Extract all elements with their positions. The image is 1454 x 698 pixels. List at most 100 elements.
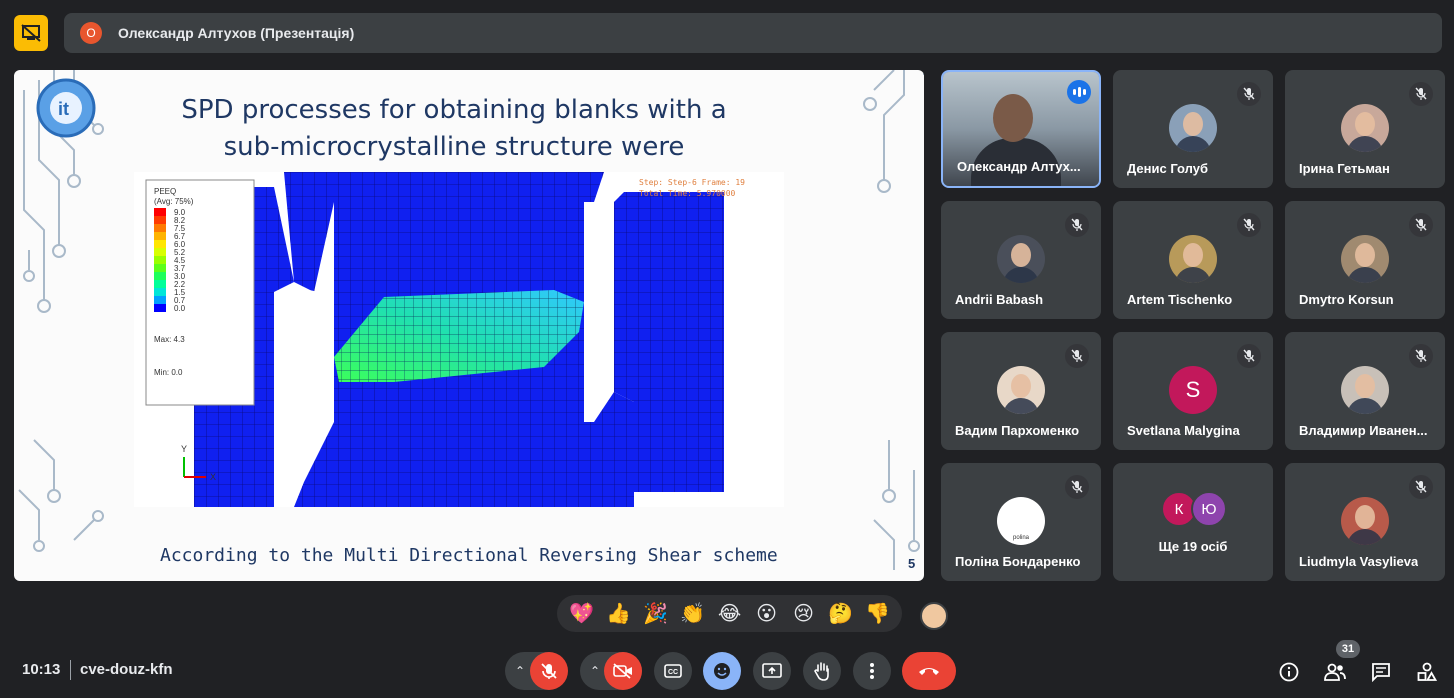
participant-name: Svetlana Malygina — [1127, 423, 1240, 438]
captions-icon: CC — [664, 664, 682, 678]
avatar — [1169, 235, 1217, 283]
participant-tile[interactable]: Олександр Алтух... — [941, 70, 1101, 188]
legend-color-swatch — [154, 280, 166, 288]
reaction-emoji[interactable]: 👏 — [679, 600, 707, 628]
video-options-chevron-icon[interactable]: ⌃ — [590, 664, 600, 678]
people-button[interactable] — [1322, 659, 1348, 685]
mic-off-icon — [1065, 475, 1089, 499]
avatar — [1341, 497, 1389, 545]
shared-slide: it SPD processes for obtaining blanks wi… — [14, 70, 924, 581]
raise-hand-button[interactable] — [803, 652, 841, 690]
slide-footer: According to the Multi Directional Rever… — [160, 545, 778, 566]
presenting-icon[interactable] — [14, 15, 48, 51]
reaction-emoji[interactable]: 🎉 — [642, 600, 670, 628]
legend-color-swatch — [154, 272, 166, 280]
reaction-emoji[interactable]: 🤔 — [827, 600, 855, 628]
mic-off-icon — [1065, 344, 1089, 368]
legend-color-swatch — [154, 248, 166, 256]
meeting-code: cve-douz-kfn — [80, 661, 173, 678]
legend-color-swatch — [154, 224, 166, 232]
mic-off-icon — [1409, 82, 1433, 106]
legend-value: 0.0 — [174, 304, 186, 313]
clock: 10:13 — [22, 661, 61, 678]
presentation-title: Олександр Алтухов (Презентація) — [118, 25, 355, 41]
participant-name: Andrii Babash — [955, 292, 1044, 307]
participant-tile[interactable]: Liudmyla Vasylieva — [1285, 463, 1445, 581]
meeting-details-button[interactable] — [1276, 659, 1302, 685]
legend-color-swatch — [154, 288, 166, 296]
legend-color-swatch — [154, 256, 166, 264]
avatar — [1341, 366, 1389, 414]
avatar — [1341, 104, 1389, 152]
mic-off-icon — [1237, 344, 1261, 368]
mic-off-icon — [1237, 213, 1261, 237]
reactions-button[interactable] — [703, 652, 741, 690]
chat-button[interactable] — [1368, 659, 1394, 685]
participant-tile[interactable]: Вадим Пархоменко — [941, 332, 1101, 450]
audio-options-chevron-icon[interactable]: ⌃ — [515, 664, 525, 678]
participant-tile[interactable]: Ірина Гетьман — [1285, 70, 1445, 188]
legend-min: Min: 0.0 — [154, 368, 183, 377]
participant-name: Ірина Гетьман — [1299, 161, 1390, 176]
more-options-button[interactable] — [853, 652, 891, 690]
reaction-emoji[interactable]: 😂 — [716, 600, 744, 628]
participant-tile[interactable]: Andrii Babash — [941, 201, 1101, 319]
participant-tile[interactable]: S Svetlana Malygina — [1113, 332, 1273, 450]
reaction-emoji[interactable]: 👎 — [864, 600, 892, 628]
presentation-title-bar: О Олександр Алтухов (Презентація) — [64, 13, 1442, 53]
activities-icon — [1417, 662, 1437, 681]
participant-name: Artem Tischenko — [1127, 292, 1233, 307]
speaking-indicator-icon — [1067, 80, 1091, 104]
people-count-badge: 31 — [1336, 640, 1360, 658]
mic-off-icon — [1409, 344, 1433, 368]
mic-toggle-button[interactable] — [530, 652, 568, 690]
camera-toggle-button[interactable] — [604, 652, 642, 690]
participant-tile[interactable]: К Ю Ще 19 осіб — [1113, 463, 1273, 581]
hang-up-icon — [919, 668, 939, 675]
legend-color-swatch — [154, 264, 166, 272]
avatar: S — [1169, 366, 1217, 414]
slide-page-number: 5 — [908, 556, 916, 571]
avatar: polina — [997, 497, 1045, 545]
axis-y-label: Y — [181, 444, 187, 454]
participant-tile[interactable]: Денис Голуб — [1113, 70, 1273, 188]
participant-name: Олександр Алтух... — [957, 159, 1081, 174]
mic-off-icon — [1409, 475, 1433, 499]
mic-off-icon — [541, 663, 557, 679]
hand-icon — [814, 662, 829, 681]
participant-tile[interactable]: Dmytro Korsun — [1285, 201, 1445, 319]
skin-tone-picker[interactable] — [920, 602, 948, 630]
reaction-emoji[interactable]: 👍 — [605, 600, 633, 628]
activities-button[interactable] — [1414, 659, 1440, 685]
participant-name: Денис Голуб — [1127, 161, 1209, 176]
footer-divider — [70, 660, 71, 680]
present-screen-button[interactable] — [753, 652, 791, 690]
reactions-bar: 💖 👍 🎉 👏 😂 😮 😢 🤔 👎 — [557, 595, 902, 632]
participant-tile[interactable]: Владимир Иванен... — [1285, 332, 1445, 450]
legend-color-swatch — [154, 208, 166, 216]
participant-tile[interactable]: Artem Tischenko — [1113, 201, 1273, 319]
svg-text:it: it — [58, 99, 69, 119]
avatar — [997, 366, 1045, 414]
legend-color-swatch — [154, 304, 166, 312]
participant-name: Вадим Пархоменко — [955, 423, 1080, 438]
chat-icon — [1372, 663, 1390, 682]
more-vert-icon — [870, 663, 874, 679]
fea-simulation-image: PEEQ (Avg: 75%) 9.0 8.2 7.5 6.7 6.0 5.2 4.5 3.7… — [134, 172, 784, 507]
camera-off-icon — [613, 663, 632, 679]
reaction-emoji[interactable]: 😮 — [753, 600, 781, 628]
avatar — [997, 235, 1045, 283]
reaction-emoji[interactable]: 😢 — [790, 600, 818, 628]
mic-off-icon — [1237, 82, 1261, 106]
reaction-emoji[interactable]: 💖 — [568, 600, 596, 628]
info-icon — [1279, 662, 1299, 682]
participant-name: Liudmyla Vasylieva — [1299, 554, 1419, 569]
captions-button[interactable]: CC — [654, 652, 692, 690]
participant-name: Dmytro Korsun — [1299, 292, 1394, 307]
leave-call-button[interactable] — [902, 652, 956, 690]
presenter-badge: О — [80, 22, 102, 44]
avatar — [1169, 104, 1217, 152]
mic-off-icon — [1409, 213, 1433, 237]
participant-tile[interactable]: polina Поліна Бондаренко — [941, 463, 1101, 581]
present-icon — [762, 663, 782, 678]
